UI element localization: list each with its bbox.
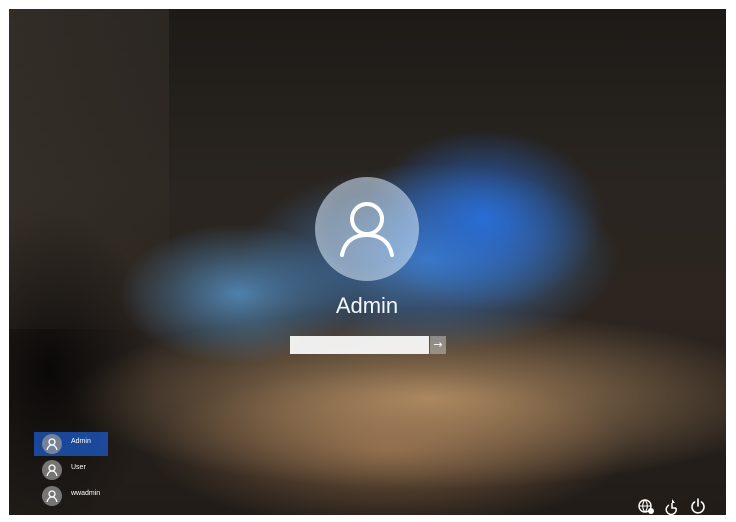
system-icons	[637, 497, 717, 515]
user-list-item-wwadmin[interactable]: wwadmin	[34, 484, 108, 508]
network-icon[interactable]	[637, 497, 655, 515]
photo-frame: Admin → Admin User wwadmin	[0, 0, 736, 522]
password-box: →	[290, 336, 446, 354]
background-shadow	[9, 9, 169, 329]
username-label: Admin	[335, 293, 399, 318]
user-list-name: User	[71, 464, 86, 471]
lock-screen: Admin → Admin User wwadmin	[9, 9, 726, 515]
user-avatar-icon	[42, 486, 62, 506]
ease-of-access-icon[interactable]	[663, 497, 681, 515]
user-avatar-icon	[42, 434, 62, 454]
user-list-item-admin[interactable]: Admin	[34, 432, 108, 456]
user-icon	[340, 202, 394, 257]
user-list-name: wwadmin	[71, 490, 101, 497]
user-avatar-icon	[42, 460, 62, 480]
submit-arrow-button[interactable]: →	[430, 336, 446, 354]
user-list-item-user[interactable]: User	[34, 458, 108, 482]
user-avatar-large	[315, 177, 419, 281]
power-icon[interactable]	[689, 497, 707, 515]
user-list: Admin User wwadmin	[34, 432, 144, 510]
password-field[interactable]	[290, 336, 429, 354]
user-list-name: Admin	[71, 438, 91, 445]
